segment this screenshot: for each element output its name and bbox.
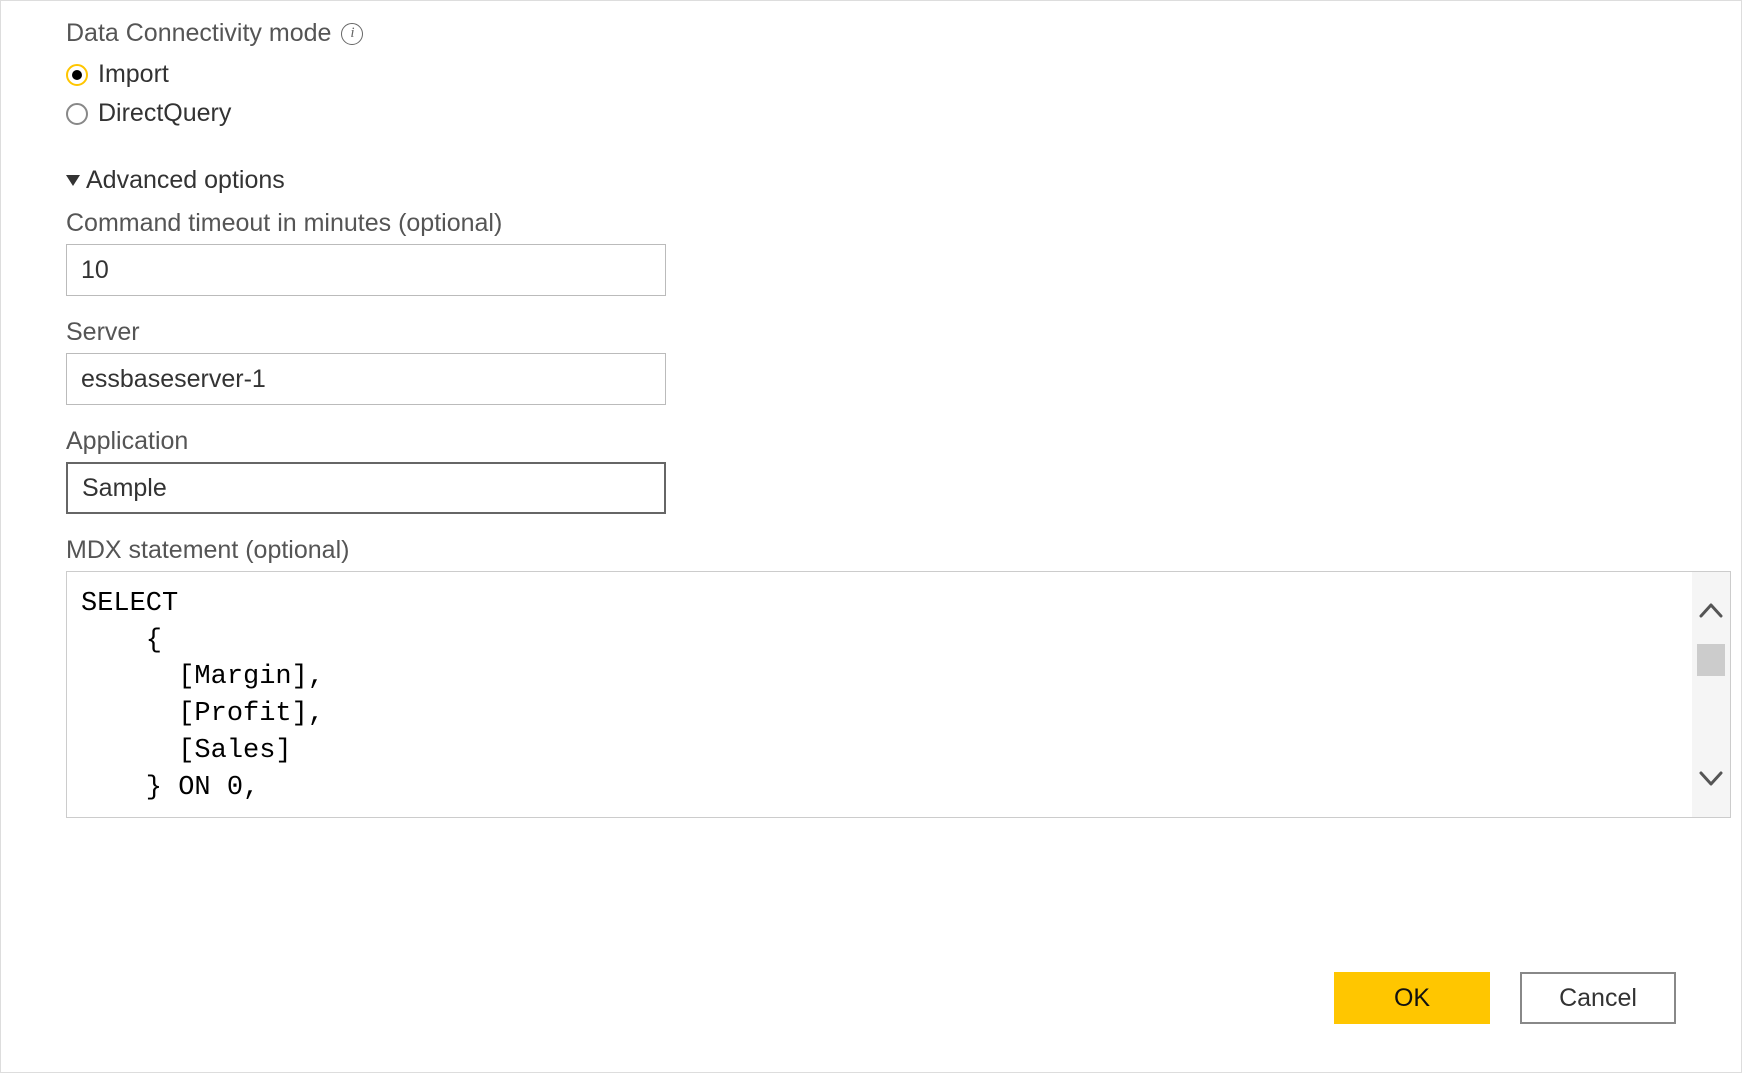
info-icon[interactable]: i [341,23,363,45]
scroll-thumb[interactable] [1697,644,1725,676]
scroll-up-icon[interactable] [1699,602,1723,618]
mdx-statement-input[interactable] [67,572,1692,817]
scroll-down-icon[interactable] [1699,771,1723,787]
timeout-label: Command timeout in minutes (optional) [66,209,1676,238]
essbase-connector-dialog: Data Connectivity mode i Import DirectQu… [0,0,1742,1073]
advanced-options-toggle[interactable]: Advanced options [66,166,1676,195]
caret-down-icon [66,175,80,186]
cancel-button[interactable]: Cancel [1520,972,1676,1024]
mdx-scrollbar[interactable] [1692,572,1730,817]
advanced-options-label: Advanced options [86,166,285,195]
connectivity-heading-text: Data Connectivity mode [66,19,331,48]
radio-import[interactable]: Import [66,60,1676,89]
radio-directquery-label: DirectQuery [98,99,231,128]
radio-import-indicator [66,64,88,86]
connectivity-radio-group: Import DirectQuery [66,60,1676,128]
radio-directquery-indicator [66,103,88,125]
connectivity-heading: Data Connectivity mode i [66,19,1676,48]
server-input[interactable] [66,353,666,405]
radio-directquery[interactable]: DirectQuery [66,99,1676,128]
application-input[interactable] [66,462,666,514]
ok-button[interactable]: OK [1334,972,1490,1024]
dialog-button-row: OK Cancel [1334,972,1676,1024]
radio-import-label: Import [98,60,169,89]
application-label: Application [66,427,1676,456]
timeout-input[interactable] [66,244,666,296]
server-label: Server [66,318,1676,347]
mdx-label: MDX statement (optional) [66,536,1676,565]
mdx-statement-container [66,571,1731,818]
